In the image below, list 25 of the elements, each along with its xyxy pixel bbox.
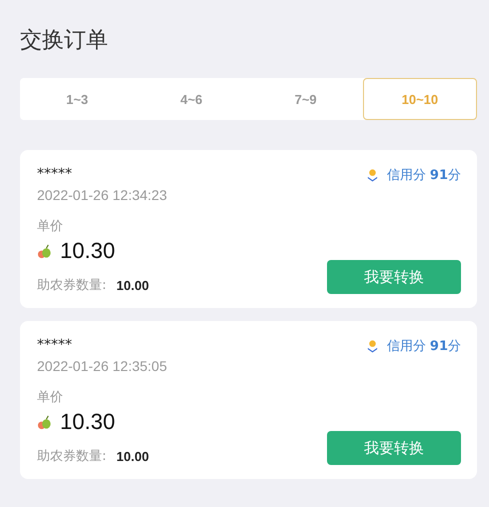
quantity-value: 10.00 (116, 448, 149, 464)
convert-button[interactable]: 我要转换 (327, 260, 461, 294)
quantity-label: 助农券数量: (37, 448, 106, 465)
tab[interactable]: 7~9 (248, 78, 363, 120)
customer-name: ***** (37, 165, 73, 184)
page-title: 交换订单 (20, 27, 109, 55)
order-time: 2022-01-26 12:35:05 (37, 357, 167, 376)
credit-score: 信用分 91分 (386, 338, 461, 355)
tab[interactable]: 1~3 (20, 78, 134, 120)
quantity-label: 助农券数量: (37, 277, 106, 294)
price-label: 单价 (37, 389, 64, 407)
tab[interactable]: 4~6 (134, 78, 248, 120)
convert-button[interactable]: 我要转换 (327, 431, 461, 465)
price-value: 10.30 (60, 237, 116, 265)
quantity-value: 10.00 (116, 278, 149, 292)
credit-score: 信用分 91分 (386, 167, 461, 184)
customer-name: ***** (37, 336, 73, 355)
price-label: 单价 (37, 218, 64, 236)
fruit-icon (37, 414, 52, 430)
fruit-icon (37, 244, 52, 258)
price-value: 10.30 (60, 408, 116, 436)
person-pin-icon (366, 168, 379, 182)
tab[interactable]: 10~10 (362, 78, 477, 120)
order-time: 2022-01-26 12:34:23 (37, 186, 167, 205)
person-pin-icon (366, 339, 379, 353)
